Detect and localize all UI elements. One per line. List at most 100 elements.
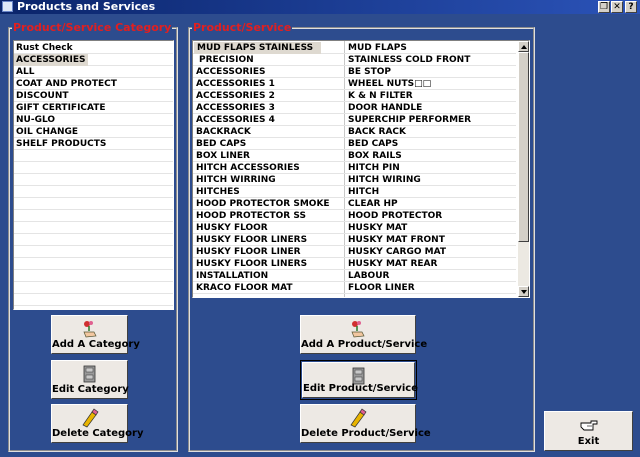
category-item[interactable]: DISCOUNT	[14, 90, 173, 102]
product-row[interactable]: BOX LINER BOX RAILS	[193, 150, 516, 162]
product-row[interactable]: ACCESSORIES BE STOP	[193, 66, 516, 78]
product-detail-cell: HITCH PIN	[348, 163, 400, 173]
product-detail-cell: BOX RAILS	[348, 151, 402, 161]
category-item[interactable]: COAT AND PROTECT	[14, 78, 173, 90]
hand-with-flower-icon	[82, 321, 97, 338]
product-name-cell: HITCH ACCESSORIES	[196, 163, 300, 173]
product-detail-cell: STAINLESS COLD FRONT	[348, 55, 471, 65]
category-empty-row	[14, 222, 173, 234]
product-detail-cell: HOOD PROTECTOR	[348, 211, 443, 221]
product-row[interactable]: MUD FLAPS STAINLESS MUD FLAPS	[193, 42, 516, 54]
category-empty-row	[14, 294, 173, 306]
product-row[interactable]: HUSKY FLOOR HUSKY MAT	[193, 222, 516, 234]
product-name-cell: HUSKY FLOOR LINERS	[196, 259, 308, 269]
product-name-cell: ACCESSORIES 3	[196, 103, 275, 113]
product-row[interactable]: ACCESSORIES 2 K & N FILTER	[193, 90, 516, 102]
category-item[interactable]: GIFT CERTIFICATE	[14, 102, 173, 114]
product-name-cell: ACCESSORIES 2	[196, 91, 275, 101]
product-row[interactable]: ACCESSORIES 4 SUPERCHIP PERFORMER	[193, 114, 516, 126]
category-item-label: SHELF PRODUCTS	[16, 139, 107, 149]
category-empty-row	[14, 174, 173, 186]
category-item-label: GIFT CERTIFICATE	[16, 103, 106, 113]
product-row[interactable]: BED CAPS BED CAPS	[193, 138, 516, 150]
product-name-cell: PRECISION	[199, 55, 254, 65]
category-item-label: Rust Check	[16, 43, 73, 53]
category-empty-row	[14, 162, 173, 174]
category-item-label: COAT AND PROTECT	[16, 79, 117, 89]
category-item-label: ACCESSORIES	[14, 54, 89, 66]
product-row[interactable]: HUSKY FLOOR LINERS HUSKY MAT FRONT	[193, 234, 516, 246]
category-item-label: NU-GLO	[16, 115, 56, 125]
category-item[interactable]: SHELF PRODUCTS	[14, 138, 173, 150]
product-row[interactable]: HITCH WIRRING HITCH WIRING	[193, 174, 516, 186]
product-detail-cell: FLOOR LINER	[348, 283, 415, 293]
category-empty-row	[14, 210, 173, 222]
product-name-cell: HUSKY FLOOR LINERS	[196, 235, 308, 245]
product-row[interactable]: ACCESSORIES 1 WHEEL NUTS□□	[193, 78, 516, 90]
add-product-label: Add A Product/Service	[301, 339, 428, 350]
category-item[interactable]: NU-GLO	[14, 114, 173, 126]
product-detail-cell: HUSKY MAT FRONT	[348, 235, 445, 245]
product-row[interactable]: ACCESSORIES 3 DOOR HANDLE	[193, 102, 516, 114]
product-name-cell: HOOD PROTECTOR SMOKE	[196, 199, 330, 209]
product-detail-cell: HUSKY MAT	[348, 223, 408, 233]
scroll-up-button[interactable]	[518, 41, 529, 52]
hand-with-flower-icon	[351, 321, 365, 338]
category-item-label: OIL CHANGE	[16, 127, 79, 137]
category-item[interactable]: OIL CHANGE	[14, 126, 173, 138]
product-row[interactable]: HUSKY FLOOR LINERS HUSKY MAT REAR	[193, 258, 516, 270]
add-product-button[interactable]: Add A Product/Service	[300, 315, 428, 354]
category-item-label: ALL	[16, 67, 35, 77]
delete-category-label: Delete Category	[52, 428, 144, 439]
product-name-cell: ACCESSORIES 1	[196, 79, 275, 89]
delete-product-label: Delete Product/Service	[301, 428, 431, 439]
product-list[interactable]: MUD FLAPS STAINLESS MUD FLAPS PRECISION STA…	[192, 40, 530, 298]
scroll-thumb[interactable]	[518, 52, 529, 242]
category-empty-row	[14, 270, 173, 282]
product-row[interactable]: HOOD PROTECTOR SMOKE CLEAR HP	[193, 198, 516, 210]
product-row[interactable]: HUSKY FLOOR LINER HUSKY CARGO MAT	[193, 246, 516, 258]
product-row[interactable]: HITCHES HITCH	[193, 186, 516, 198]
product-name-cell: HITCHES	[196, 187, 240, 197]
product-row[interactable]: HITCH ACCESSORIES HITCH PIN	[193, 162, 516, 174]
edit-category-label: Edit Category	[52, 384, 129, 395]
product-row[interactable]: KRACO FLOOR MAT FLOOR LINER	[193, 282, 516, 294]
edit-product-button[interactable]: Edit Product/Service	[300, 360, 418, 400]
product-name-cell: BED CAPS	[196, 139, 247, 149]
delete-product-button[interactable]: Delete Product/Service	[300, 404, 431, 443]
pencil-eraser-icon	[81, 408, 98, 428]
product-detail-cell: MUD FLAPS	[348, 43, 407, 53]
product-detail-cell: HITCH WIRING	[348, 175, 421, 185]
product-detail-cell: SUPERCHIP PERFORMER	[348, 115, 472, 125]
restore-button[interactable]: ❐	[598, 1, 610, 13]
category-item[interactable]: ACCESSORIES	[14, 54, 173, 66]
category-empty-row	[14, 186, 173, 198]
category-item-label: DISCOUNT	[16, 91, 69, 101]
close-button[interactable]: ✕	[611, 1, 623, 13]
product-name-cell: KRACO FLOOR MAT	[196, 283, 293, 293]
help-button[interactable]: ?	[625, 1, 637, 13]
product-row[interactable]: BACKRACK BACK RACK	[193, 126, 516, 138]
title-bar: Products and Services ❐ ✕ ?	[0, 0, 640, 14]
product-panel-legend: Product/Service	[193, 21, 292, 34]
product-name-cell: INSTALLATION	[196, 271, 269, 281]
product-row[interactable]: INSTALLATION LABOUR	[193, 270, 516, 282]
product-name-cell: HUSKY FLOOR	[196, 223, 268, 233]
product-list-scrollbar[interactable]	[518, 41, 529, 297]
category-item[interactable]: ALL	[14, 66, 173, 78]
product-row[interactable]: HOOD PROTECTOR SS HOOD PROTECTOR	[193, 210, 516, 222]
product-row[interactable]: PRECISION STAINLESS COLD FRONT	[193, 54, 516, 66]
category-item[interactable]: Rust Check	[14, 42, 173, 54]
scroll-down-button[interactable]	[518, 286, 529, 297]
category-panel-legend: Product/Service Category	[13, 21, 172, 34]
edit-category-button[interactable]: Edit Category	[51, 360, 129, 399]
product-name-cell: ACCESSORIES	[196, 67, 266, 77]
product-name-cell: BOX LINER	[196, 151, 250, 161]
category-list[interactable]: Rust Check ACCESSORIES ALL COAT AND PROTECT…	[13, 40, 174, 310]
add-category-button[interactable]: Add A Category	[51, 315, 140, 354]
exit-button[interactable]: Exit	[544, 411, 633, 451]
delete-category-button[interactable]: Delete Category	[51, 404, 144, 443]
category-empty-row	[14, 258, 173, 270]
product-name-cell: HITCH WIRRING	[196, 175, 276, 185]
category-empty-row	[14, 246, 173, 258]
